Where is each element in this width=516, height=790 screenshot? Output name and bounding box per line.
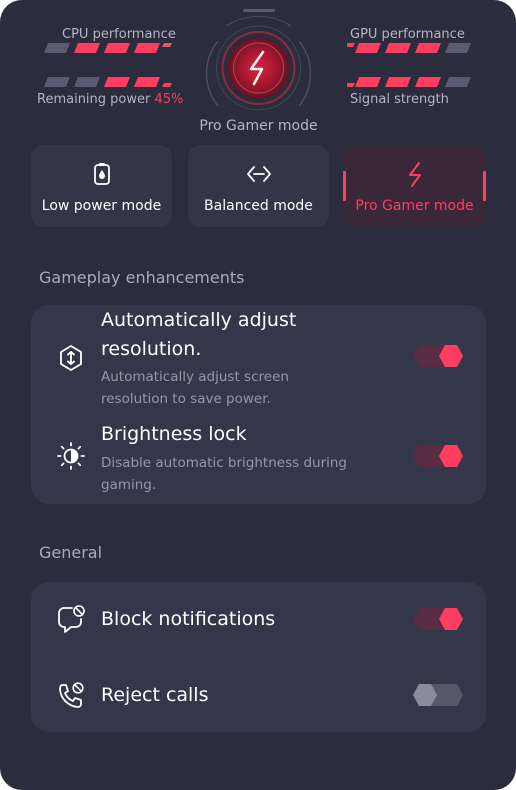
balanced-mode-label: Balanced mode: [204, 198, 313, 214]
reject-calls-icon: [59, 682, 84, 708]
cpu-performance-bars: [44, 43, 172, 53]
active-edge-left: [343, 171, 346, 201]
balanced-mode-button[interactable]: Balanced mode: [188, 145, 329, 227]
pro-gamer-mode-label: Pro Gamer mode: [355, 198, 474, 214]
active-edge-right: [483, 171, 486, 201]
auto-resolution-title: Automatically adjust resolution.: [101, 309, 297, 360]
auto-resolution-toggle[interactable]: [413, 345, 463, 367]
low-power-mode-label: Low power mode: [41, 198, 162, 214]
reject-calls-toggle[interactable]: [413, 684, 463, 706]
gpu-performance-label: GPU performance: [350, 27, 465, 42]
drag-handle[interactable]: [243, 9, 275, 12]
pro-gamer-emblem: [205, 16, 312, 111]
battery-icon: [93, 163, 110, 185]
pro-gamer-mode-button[interactable]: Pro Gamer mode: [343, 145, 486, 227]
general-settings-group: Block notifications Reject calls: [31, 582, 486, 732]
reject-calls-title: Reject calls: [101, 684, 209, 706]
current-mode-label: Pro Gamer mode: [199, 118, 318, 134]
brightness-icon: [57, 442, 85, 470]
low-power-mode-button[interactable]: Low power mode: [31, 145, 172, 227]
remaining-power-value: 45%: [154, 92, 184, 107]
block-notifications-toggle[interactable]: [413, 608, 463, 630]
balance-arrows-icon: [246, 166, 271, 182]
gameplay-section-title: Gameplay enhancements: [39, 268, 245, 287]
signal-strength-label: Signal strength: [350, 92, 449, 107]
game-mode-panel: CPU performance GPU performance Remainin…: [0, 0, 516, 790]
remaining-power-bars: [44, 77, 172, 87]
remaining-power-label: Remaining power 45%: [37, 92, 184, 107]
brightness-lock-desc: Disable automatic brightness during gami…: [101, 455, 347, 493]
brightness-lock-toggle[interactable]: [413, 445, 463, 467]
auto-resolution-desc: Automatically adjust screen resolution t…: [101, 369, 289, 407]
general-section-title: General: [39, 543, 103, 562]
cpu-performance-label: CPU performance: [62, 27, 176, 42]
gameplay-settings-group: Automatically adjust resolution. Automat…: [31, 305, 486, 504]
block-notifications-icon: [58, 605, 85, 633]
resolution-icon: [60, 345, 82, 371]
brightness-lock-title: Brightness lock: [101, 423, 247, 445]
block-notifications-title: Block notifications: [101, 608, 276, 630]
lightning-icon: [408, 162, 421, 187]
gpu-performance-bars: [347, 43, 471, 53]
signal-strength-bars: [347, 77, 471, 87]
